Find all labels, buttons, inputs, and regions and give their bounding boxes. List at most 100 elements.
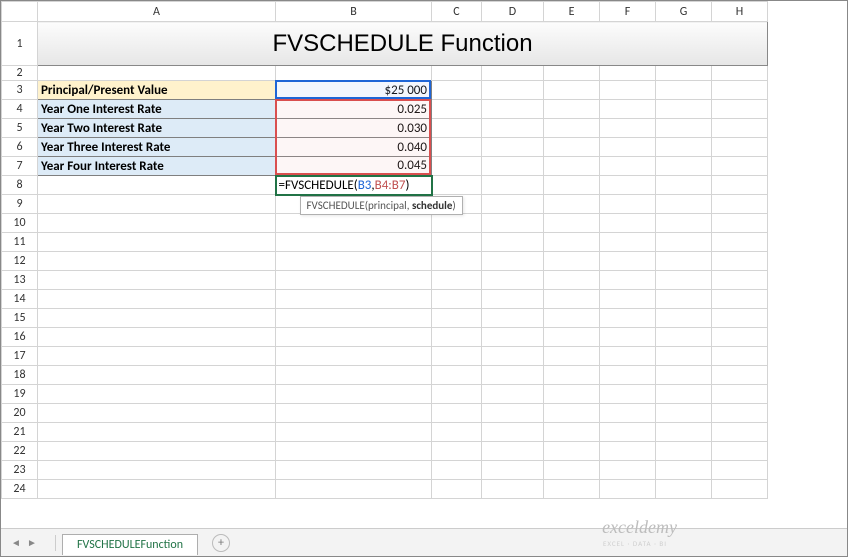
cell-d18[interactable]: [482, 366, 544, 385]
value-row5[interactable]: 0.030: [276, 119, 432, 138]
tab-prev-icon[interactable]: ◄: [9, 536, 23, 550]
cell-e4[interactable]: [544, 100, 600, 119]
select-all-corner[interactable]: [2, 2, 38, 22]
col-header-a[interactable]: A: [38, 2, 276, 22]
cell-f23[interactable]: [600, 461, 656, 480]
cell-c21[interactable]: [432, 423, 482, 442]
cell-b11[interactable]: [276, 233, 432, 252]
cell-b19[interactable]: [276, 385, 432, 404]
cell-h8[interactable]: [712, 176, 768, 195]
col-header-f[interactable]: F: [600, 2, 656, 22]
cell-c8[interactable]: [432, 176, 482, 195]
cell-g2[interactable]: [656, 66, 712, 81]
cell-c15[interactable]: [432, 309, 482, 328]
cell-a18[interactable]: [38, 366, 276, 385]
value-row7[interactable]: 0.045: [276, 157, 432, 176]
cell-f12[interactable]: [600, 252, 656, 271]
cell-e22[interactable]: [544, 442, 600, 461]
cell-e20[interactable]: [544, 404, 600, 423]
cell-g12[interactable]: [656, 252, 712, 271]
cell-e14[interactable]: [544, 290, 600, 309]
cell-g23[interactable]: [656, 461, 712, 480]
cell-a22[interactable]: [38, 442, 276, 461]
cell-e12[interactable]: [544, 252, 600, 271]
cell-d24[interactable]: [482, 480, 544, 499]
cell-f18[interactable]: [600, 366, 656, 385]
cell-d9[interactable]: [482, 195, 544, 214]
cell-d13[interactable]: [482, 271, 544, 290]
row-header-19[interactable]: 19: [2, 385, 38, 404]
cell-f4[interactable]: [600, 100, 656, 119]
cell-c12[interactable]: [432, 252, 482, 271]
cell-b16[interactable]: [276, 328, 432, 347]
cell-h24[interactable]: [712, 480, 768, 499]
cell-a21[interactable]: [38, 423, 276, 442]
cell-e16[interactable]: [544, 328, 600, 347]
cell-b2[interactable]: [276, 66, 432, 81]
cell-c13[interactable]: [432, 271, 482, 290]
cell-b12[interactable]: [276, 252, 432, 271]
cell-f17[interactable]: [600, 347, 656, 366]
cell-d21[interactable]: [482, 423, 544, 442]
cell-d6[interactable]: [482, 138, 544, 157]
cell-e2[interactable]: [544, 66, 600, 81]
cell-a13[interactable]: [38, 271, 276, 290]
label-row7[interactable]: Year Four Interest Rate: [38, 157, 276, 176]
label-row6[interactable]: Year Three Interest Rate: [38, 138, 276, 157]
cell-d12[interactable]: [482, 252, 544, 271]
cell-c7[interactable]: [432, 157, 482, 176]
cell-c2[interactable]: [432, 66, 482, 81]
value-row4[interactable]: 0.025: [276, 100, 432, 119]
col-header-g[interactable]: G: [656, 2, 712, 22]
col-header-c[interactable]: C: [432, 2, 482, 22]
cell-b20[interactable]: [276, 404, 432, 423]
cell-c11[interactable]: [432, 233, 482, 252]
row-header-11[interactable]: 11: [2, 233, 38, 252]
cell-f21[interactable]: [600, 423, 656, 442]
row-header-18[interactable]: 18: [2, 366, 38, 385]
row-header-15[interactable]: 15: [2, 309, 38, 328]
row-header-1[interactable]: 1: [2, 22, 38, 66]
row-header-6[interactable]: 6: [2, 138, 38, 157]
row-header-10[interactable]: 10: [2, 214, 38, 233]
cell-f7[interactable]: [600, 157, 656, 176]
cell-c4[interactable]: [432, 100, 482, 119]
row-header-22[interactable]: 22: [2, 442, 38, 461]
cell-h18[interactable]: [712, 366, 768, 385]
row-header-4[interactable]: 4: [2, 100, 38, 119]
col-header-d[interactable]: D: [482, 2, 544, 22]
cell-a14[interactable]: [38, 290, 276, 309]
cell-f14[interactable]: [600, 290, 656, 309]
cell-a24[interactable]: [38, 480, 276, 499]
cell-e11[interactable]: [544, 233, 600, 252]
row-header-13[interactable]: 13: [2, 271, 38, 290]
cell-b23[interactable]: [276, 461, 432, 480]
cell-c16[interactable]: [432, 328, 482, 347]
cell-a11[interactable]: [38, 233, 276, 252]
cell-c22[interactable]: [432, 442, 482, 461]
cell-h16[interactable]: [712, 328, 768, 347]
row-header-3[interactable]: 3: [2, 81, 38, 100]
cell-c14[interactable]: [432, 290, 482, 309]
cell-b22[interactable]: [276, 442, 432, 461]
col-header-e[interactable]: E: [544, 2, 600, 22]
cell-f13[interactable]: [600, 271, 656, 290]
cell-d23[interactable]: [482, 461, 544, 480]
cell-g7[interactable]: [656, 157, 712, 176]
cell-d19[interactable]: [482, 385, 544, 404]
cell-c23[interactable]: [432, 461, 482, 480]
cell-h10[interactable]: [712, 214, 768, 233]
cell-a23[interactable]: [38, 461, 276, 480]
cell-e8[interactable]: [544, 176, 600, 195]
cell-g18[interactable]: [656, 366, 712, 385]
cell-d10[interactable]: [482, 214, 544, 233]
cell-e24[interactable]: [544, 480, 600, 499]
cell-c5[interactable]: [432, 119, 482, 138]
cell-g15[interactable]: [656, 309, 712, 328]
cell-e7[interactable]: [544, 157, 600, 176]
cell-g9[interactable]: [656, 195, 712, 214]
cell-h3[interactable]: [712, 81, 768, 100]
cell-h13[interactable]: [712, 271, 768, 290]
cell-b13[interactable]: [276, 271, 432, 290]
cell-f9[interactable]: [600, 195, 656, 214]
